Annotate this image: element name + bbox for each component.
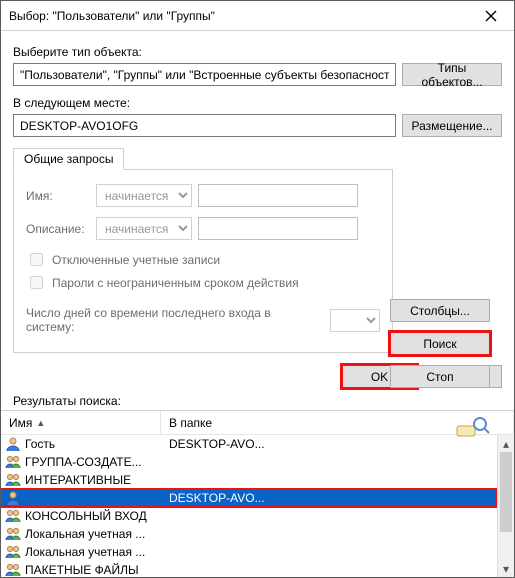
list-item-name: Локальная учетная ... xyxy=(25,527,165,541)
list-item[interactable]: Локальная учетная ... xyxy=(1,543,497,561)
list-item-name: ПАКЕТНЫЕ ФАЙЛЫ xyxy=(25,563,165,577)
days-since-logon-label: Число дней со времени последнего входа в… xyxy=(26,306,320,334)
nonexpiring-passwords-checkbox[interactable] xyxy=(30,276,43,289)
description-match-select[interactable]: начинается с xyxy=(96,217,192,240)
description-label: Описание: xyxy=(26,222,90,236)
sort-ascending-icon: ▲ xyxy=(36,418,45,428)
list-item-folder: DESKTOP-AVO... xyxy=(169,491,493,505)
list-item[interactable]: DESKTOP-AVO... xyxy=(1,489,497,507)
object-types-button[interactable]: Типы объектов... xyxy=(402,63,502,86)
list-item-name: Гость xyxy=(25,437,165,451)
disabled-accounts-checkbox[interactable] xyxy=(30,253,43,266)
list-item-name: ГРУППА-СОЗДАТЕ... xyxy=(25,455,165,469)
window-title: Выбор: "Пользователи" или "Группы" xyxy=(1,9,468,23)
scrollbar-track[interactable] xyxy=(498,452,514,560)
list-item[interactable]: КОНСОЛЬНЫЙ ВХОД xyxy=(1,507,497,525)
select-type-label: Выберите тип объекта: xyxy=(13,45,502,59)
find-icon xyxy=(456,416,490,441)
name-input[interactable] xyxy=(198,184,358,207)
days-since-logon-select[interactable] xyxy=(330,309,380,332)
list-item[interactable]: Локальная учетная ... xyxy=(1,525,497,543)
scrollbar-thumb[interactable] xyxy=(500,452,512,532)
nonexpiring-passwords-label: Пароли с неограниченным сроком действия xyxy=(52,276,299,290)
name-match-select[interactable]: начинается с xyxy=(96,184,192,207)
search-button[interactable]: Поиск xyxy=(390,332,490,355)
list-item-name: КОНСОЛЬНЫЙ ВХОД xyxy=(25,509,165,523)
column-name[interactable]: Имя ▲ xyxy=(1,411,161,434)
list-item-name: ИНТЕРАКТИВНЫЕ xyxy=(25,473,165,487)
close-button[interactable] xyxy=(468,1,514,30)
vertical-scrollbar[interactable]: ▴ ▾ xyxy=(497,435,514,577)
description-input[interactable] xyxy=(198,217,358,240)
name-label: Имя: xyxy=(26,189,90,203)
scroll-up-button[interactable]: ▴ xyxy=(498,435,514,452)
columns-button[interactable]: Столбцы... xyxy=(390,299,490,322)
close-icon xyxy=(485,10,497,22)
titlebar: Выбор: "Пользователи" или "Группы" xyxy=(1,1,514,31)
object-type-input[interactable] xyxy=(13,63,396,86)
list-item[interactable]: ГРУППА-СОЗДАТЕ... xyxy=(1,453,497,471)
location-button[interactable]: Размещение... xyxy=(402,114,502,137)
location-input[interactable] xyxy=(13,114,396,137)
location-label: В следующем месте: xyxy=(13,96,502,110)
disabled-accounts-label: Отключенные учетные записи xyxy=(52,253,220,267)
stop-button[interactable]: Стоп xyxy=(390,365,490,388)
list-item-name: Локальная учетная ... xyxy=(25,545,165,559)
list-item[interactable]: ПАКЕТНЫЕ ФАЙЛЫ xyxy=(1,561,497,577)
list-item[interactable]: ИНТЕРАКТИВНЫЕ xyxy=(1,471,497,489)
tab-common-queries[interactable]: Общие запросы xyxy=(13,148,124,170)
scroll-down-button[interactable]: ▾ xyxy=(498,560,514,577)
